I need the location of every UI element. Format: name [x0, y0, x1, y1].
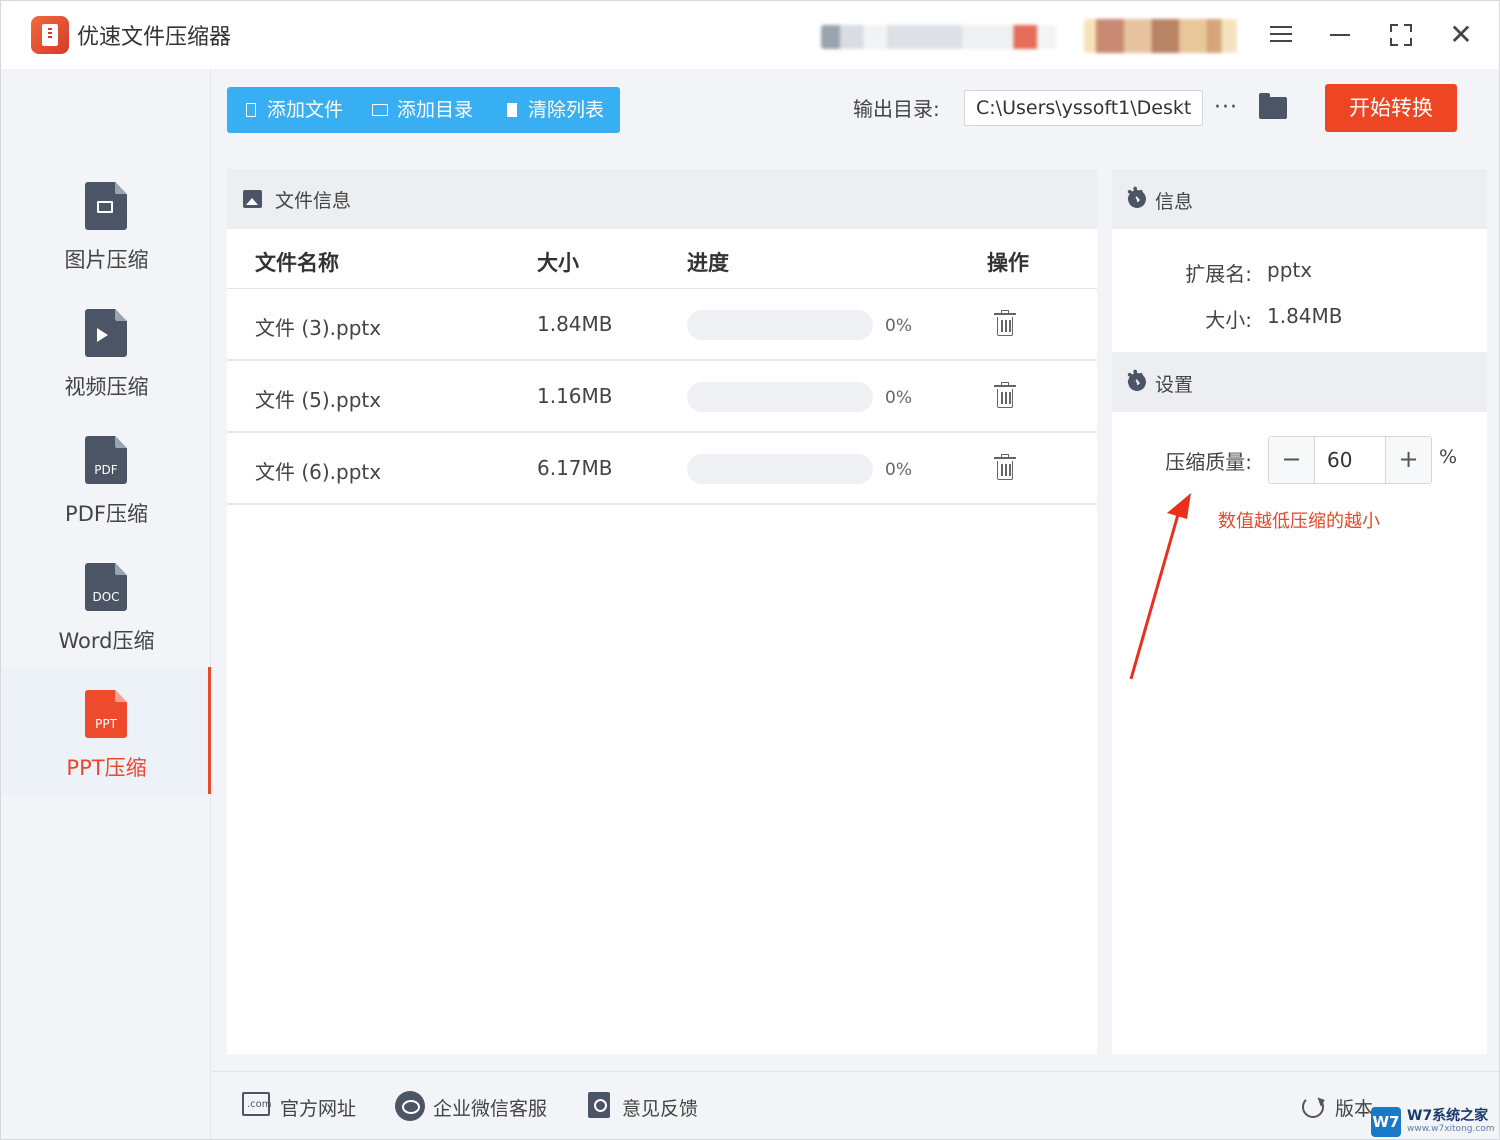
increase-button[interactable]: + [1385, 437, 1431, 483]
delete-icon[interactable] [994, 454, 1016, 481]
title-bar: 优速文件压缩器 ✕ [1, 1, 1499, 69]
progress-text: 0% [885, 316, 912, 336]
progress-text: 0% [885, 460, 912, 480]
gear-icon [1126, 367, 1146, 392]
info-section-header: 信息 [1112, 169, 1487, 229]
quality-hint: 数值越低压缩的越小 [1218, 511, 1380, 532]
quality-stepper: − + [1268, 436, 1432, 484]
quality-input[interactable] [1315, 437, 1383, 483]
settings-section-title: 设置 [1155, 374, 1194, 396]
site-watermark: W7 W7系统之家 www.w7xitong.com [1371, 1105, 1499, 1139]
progress-bar [687, 382, 873, 412]
blurred-account-info [821, 25, 1056, 49]
table-row[interactable]: 文件 (3).pptx 1.84MB 0% [227, 289, 1097, 361]
file-panel-title: 文件信息 [275, 190, 352, 212]
column-header-name: 文件名称 [255, 251, 339, 275]
progress-bar [687, 454, 873, 484]
app-window: 优速文件压缩器 ✕ 图片压缩 视频压缩 PDF PDF压缩 DOC Word压缩… [0, 0, 1500, 1140]
sidebar-item-ppt[interactable]: PPT PPT压缩 [2, 667, 211, 794]
footer: .com 官方网址 企业微信客服 意见反馈 版本 [212, 1071, 1499, 1139]
file-name: 文件 (3).pptx [255, 316, 382, 340]
extension-label: 扩展名: [1185, 262, 1252, 286]
sidebar-item-label: 视频压缩 [64, 375, 149, 399]
sidebar-item-label: 图片压缩 [64, 248, 149, 272]
file-size: 6.17MB [537, 456, 613, 480]
website-link[interactable]: 官方网址 [280, 1094, 356, 1121]
file-icon [246, 103, 256, 117]
feedback-link[interactable]: 意见反馈 [622, 1094, 698, 1121]
version-link[interactable]: 版本 [1335, 1094, 1373, 1121]
info-section-title: 信息 [1155, 191, 1194, 213]
folder-outline-icon [372, 104, 388, 116]
trash-icon [507, 103, 517, 117]
menu-icon[interactable] [1261, 15, 1301, 55]
decrease-button[interactable]: − [1269, 437, 1315, 483]
open-folder-icon[interactable] [1259, 93, 1287, 119]
progress-text: 0% [885, 388, 912, 408]
quality-label: 压缩质量: [1165, 450, 1252, 474]
column-header-action: 操作 [987, 251, 1029, 275]
file-size: 1.16MB [537, 384, 613, 408]
minimize-icon[interactable] [1321, 15, 1361, 55]
size-label: 大小: [1205, 308, 1252, 332]
delete-icon[interactable] [994, 382, 1016, 409]
size-value: 1.84MB [1267, 304, 1343, 328]
gear-icon [1126, 184, 1146, 209]
file-info-panel: 文件信息 文件名称 大小 进度 操作 文件 (3).pptx 1.84MB 0%… [227, 169, 1097, 1054]
sidebar-item-video[interactable]: 视频压缩 [2, 309, 211, 436]
watermark-text: W7系统之家 [1407, 1108, 1489, 1124]
sidebar-item-label: Word压缩 [58, 629, 155, 653]
annotation-arrow [1129, 493, 1191, 680]
settings-section-header: 设置 [1112, 352, 1487, 412]
refresh-icon [1302, 1096, 1324, 1118]
column-header-size: 大小 [537, 251, 579, 275]
output-dir-label: 输出目录: [853, 97, 940, 121]
close-icon[interactable]: ✕ [1441, 15, 1481, 55]
website-icon: .com [242, 1092, 272, 1116]
file-toolbar: 添加文件 添加目录 清除列表 [227, 87, 620, 133]
file-name: 文件 (6).pptx [255, 460, 382, 484]
image-icon [243, 190, 262, 208]
blurred-avatar [1084, 19, 1237, 53]
add-directory-button[interactable]: 添加目录 [371, 87, 473, 133]
delete-icon[interactable] [994, 310, 1016, 337]
output-dir-input[interactable] [964, 90, 1203, 126]
feedback-icon [588, 1092, 610, 1118]
watermark-logo: W7 [1371, 1107, 1401, 1137]
percent-sign: % [1439, 446, 1458, 468]
file-panel-header: 文件信息 [227, 169, 1097, 229]
start-convert-button[interactable]: 开始转换 [1325, 84, 1457, 132]
extension-value: pptx [1267, 258, 1313, 282]
progress-bar [687, 310, 873, 340]
clear-list-button[interactable]: 清除列表 [505, 87, 604, 133]
watermark-url: www.w7xitong.com [1407, 1124, 1495, 1134]
more-options-icon[interactable]: ··· [1214, 95, 1238, 120]
add-file-button[interactable]: 添加文件 [243, 87, 343, 133]
wechat-service-link[interactable]: 企业微信客服 [433, 1094, 547, 1121]
sidebar-item-label: PDF压缩 [65, 502, 148, 526]
sidebar-item-label: PPT压缩 [66, 756, 147, 780]
table-row[interactable]: 文件 (6).pptx 6.17MB 0% [227, 433, 1097, 505]
file-name: 文件 (5).pptx [255, 388, 382, 412]
app-logo-icon [31, 16, 69, 54]
file-size: 1.84MB [537, 312, 613, 336]
maximize-icon[interactable] [1381, 15, 1421, 55]
sidebar: 图片压缩 视频压缩 PDF PDF压缩 DOC Word压缩 PPT PPT压缩 [2, 69, 211, 1139]
column-header-progress: 进度 [687, 251, 729, 275]
sidebar-item-pdf[interactable]: PDF PDF压缩 [2, 436, 211, 563]
sidebar-item-image[interactable]: 图片压缩 [2, 182, 211, 309]
app-title: 优速文件压缩器 [77, 25, 232, 50]
table-row[interactable]: 文件 (5).pptx 1.16MB 0% [227, 361, 1097, 433]
wechat-icon [395, 1091, 425, 1121]
